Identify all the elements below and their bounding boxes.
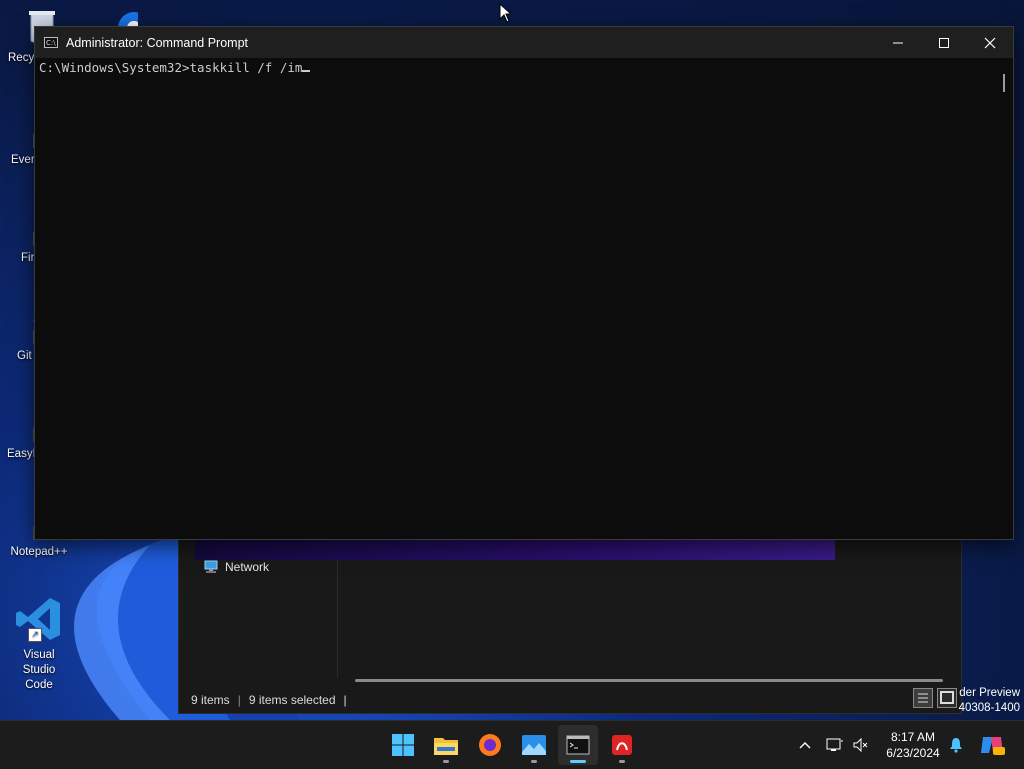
copilot-icon [981, 737, 1005, 755]
details-view-icon [918, 693, 928, 703]
status-separator: | [343, 693, 347, 707]
chevron-up-icon [799, 742, 811, 749]
mouse-pointer-icon [499, 2, 513, 26]
shortcut-arrow-icon: ↗ [28, 628, 42, 642]
clock-time: 8:17 AM [890, 730, 936, 744]
watermark-line: 40308-1400 [958, 702, 1020, 714]
taskbar: 8:17 AM 6/23/2024 [0, 720, 1024, 769]
status-item-count: 9 items [191, 693, 230, 707]
vertical-scrollbar[interactable] [996, 58, 1013, 538]
nav-item-label: Network [225, 560, 270, 574]
text-cursor [302, 70, 311, 72]
running-indicator [570, 760, 586, 763]
close-button[interactable] [967, 27, 1013, 58]
maximize-icon [939, 37, 949, 48]
close-icon [984, 37, 996, 48]
taskbar-clock[interactable]: 8:17 AM 6/23/2024 [880, 729, 946, 761]
system-tray [794, 721, 874, 769]
start-button[interactable] [383, 725, 423, 765]
taskbar-command-prompt[interactable] [558, 725, 598, 765]
cmd-app-icon: C:\ [44, 37, 58, 48]
vscode-icon: ↗ [14, 594, 64, 644]
show-hidden-icons-button[interactable] [794, 721, 816, 769]
console-prompt: C:\Windows\System32> [39, 60, 190, 75]
command-prompt-window[interactable]: C:\ Administrator: Command Prompt C:\Win… [34, 26, 1014, 540]
scrollbar-thumb[interactable] [1003, 74, 1005, 92]
bell-icon [950, 738, 962, 753]
firefox-icon [479, 734, 501, 756]
windows-logo-icon [392, 734, 414, 756]
clock-date: 6/23/2024 [886, 746, 940, 760]
status-bar: 9 items | 9 items selected | [191, 693, 347, 707]
horizontal-scrollbar[interactable] [355, 679, 943, 682]
large-icons-view-icon [940, 691, 954, 704]
nav-item-network[interactable]: Network [203, 560, 269, 574]
explorer-banner [195, 538, 835, 560]
folder-icon [434, 738, 458, 755]
running-indicator [443, 760, 449, 763]
console-output[interactable]: C:\Windows\System32>taskkill /f /im [35, 58, 995, 538]
status-selected-count: 9 items selected [248, 693, 336, 707]
photos-icon [522, 735, 546, 755]
volume-muted-icon [853, 737, 868, 753]
terminal-icon [566, 735, 590, 755]
file-explorer-window[interactable]: Network 9 items | 9 items selected | [178, 537, 962, 714]
window-title: Administrator: Command Prompt [66, 35, 249, 50]
taskbar-acrobat[interactable] [602, 725, 642, 765]
desktop-icon-label: Notepad++ [10, 546, 68, 558]
console-input[interactable]: taskkill /f /im [190, 60, 303, 75]
network-status-button[interactable] [822, 721, 848, 769]
copilot-button[interactable] [978, 731, 1006, 759]
minimize-icon [893, 42, 903, 43]
taskbar-firefox[interactable] [470, 725, 510, 765]
volume-button[interactable] [848, 721, 874, 769]
minimize-button[interactable] [875, 27, 921, 58]
watermark-line: der Preview [959, 687, 1020, 699]
desktop-icon-label: Visual Studio Code [22, 649, 56, 691]
notifications-button[interactable] [946, 733, 966, 757]
network-icon [826, 738, 843, 751]
build-watermark: der Preview 40308-1400 [959, 686, 1020, 716]
maximize-button[interactable] [921, 27, 967, 58]
desktop-icon-vscode[interactable]: ↗ Visual Studio Code [1, 594, 77, 693]
status-separator: | [237, 693, 241, 707]
running-indicator [531, 760, 537, 763]
large-icons-view-button[interactable] [937, 688, 957, 708]
details-view-button[interactable] [913, 688, 933, 708]
taskbar-photos[interactable] [514, 725, 554, 765]
running-indicator [619, 760, 625, 763]
taskbar-file-explorer[interactable] [426, 725, 466, 765]
window-titlebar[interactable]: C:\ Administrator: Command Prompt [35, 27, 1013, 58]
view-toggle-group [913, 688, 957, 708]
acrobat-icon [612, 735, 632, 755]
network-icon [204, 560, 218, 573]
